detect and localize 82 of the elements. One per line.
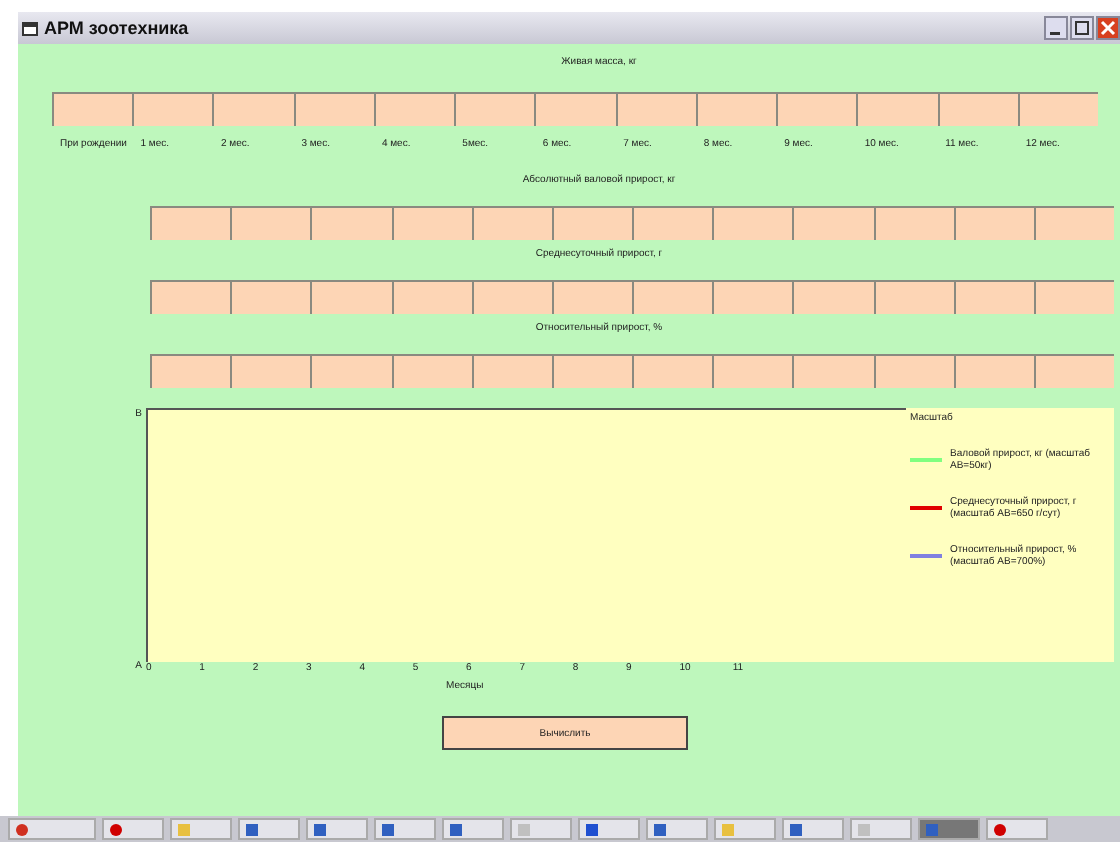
input-field[interactable] <box>712 206 793 240</box>
input-field[interactable] <box>953 280 1034 314</box>
input-field[interactable] <box>150 354 231 388</box>
input-field[interactable] <box>230 354 311 388</box>
taskbar-button[interactable] <box>102 818 164 840</box>
app-icon <box>788 821 804 837</box>
window-title: АРМ зоотехника <box>44 18 189 38</box>
input-field[interactable] <box>615 92 696 126</box>
taskbar-button[interactable] <box>986 818 1048 840</box>
input-field[interactable] <box>953 354 1034 388</box>
app-icon <box>448 821 464 837</box>
input-field[interactable] <box>873 354 954 388</box>
input-field[interactable] <box>230 206 311 240</box>
input-field[interactable] <box>1033 206 1115 240</box>
taskbar-button[interactable] <box>646 818 708 840</box>
input-field[interactable] <box>391 206 472 240</box>
app-icon <box>856 821 872 837</box>
input-field[interactable] <box>856 92 938 126</box>
input-field[interactable] <box>792 354 874 388</box>
input-field[interactable] <box>454 92 535 126</box>
input-field[interactable] <box>310 280 392 314</box>
input-field[interactable] <box>1017 92 1099 126</box>
input-field[interactable] <box>310 354 392 388</box>
taskbar-button[interactable] <box>374 818 436 840</box>
input-field[interactable] <box>551 354 633 388</box>
input-field[interactable] <box>310 206 392 240</box>
app-icon <box>244 821 260 837</box>
input-field[interactable] <box>632 280 713 314</box>
app-icon <box>176 821 192 837</box>
input-field[interactable] <box>534 92 616 126</box>
input-field[interactable] <box>391 280 472 314</box>
input-field[interactable] <box>230 280 311 314</box>
input-field[interactable] <box>776 92 857 126</box>
close-icon <box>1100 20 1116 36</box>
input-field[interactable] <box>471 206 552 240</box>
input-field[interactable] <box>293 92 374 126</box>
circle-icon <box>14 821 30 837</box>
input-field[interactable] <box>953 206 1034 240</box>
input-field[interactable] <box>1033 354 1115 388</box>
taskbar-button[interactable] <box>306 818 368 840</box>
input-field[interactable] <box>391 354 472 388</box>
input-field[interactable] <box>712 354 793 388</box>
input-field[interactable] <box>1033 280 1115 314</box>
input-field[interactable] <box>52 92 133 126</box>
input-field[interactable] <box>373 92 455 126</box>
input-field[interactable] <box>132 92 213 126</box>
input-field[interactable] <box>150 206 231 240</box>
input-field[interactable] <box>632 354 713 388</box>
app-icon <box>652 821 668 837</box>
taskbar-button[interactable] <box>782 818 844 840</box>
input-field[interactable] <box>937 92 1018 126</box>
taskbar-button[interactable] <box>442 818 504 840</box>
maximize-icon <box>1074 20 1090 36</box>
input-field[interactable] <box>792 280 874 314</box>
input-field[interactable] <box>792 206 874 240</box>
input-field[interactable] <box>873 280 954 314</box>
input-field[interactable] <box>551 280 633 314</box>
input-field[interactable] <box>212 92 294 126</box>
taskbar-button[interactable] <box>918 818 980 840</box>
input-field[interactable] <box>632 206 713 240</box>
app-icon <box>516 821 532 837</box>
taskbar-button[interactable] <box>8 818 96 840</box>
window-icon <box>22 21 38 35</box>
taskbar-button[interactable] <box>578 818 640 840</box>
circle-icon <box>992 821 1008 837</box>
circle-icon <box>108 821 124 837</box>
app-icon <box>924 821 940 837</box>
input-field[interactable] <box>551 206 633 240</box>
close-button[interactable] <box>1096 16 1120 40</box>
input-field[interactable] <box>150 280 231 314</box>
input-field[interactable] <box>471 280 552 314</box>
app-icon <box>584 821 600 837</box>
input-field[interactable] <box>695 92 777 126</box>
app-icon <box>720 821 736 837</box>
input-field[interactable] <box>712 280 793 314</box>
taskbar-button[interactable] <box>238 818 300 840</box>
minimize-button[interactable] <box>1044 16 1068 40</box>
maximize-button[interactable] <box>1070 16 1094 40</box>
input-field[interactable] <box>471 354 552 388</box>
app-icon <box>312 821 328 837</box>
app-icon <box>380 821 396 837</box>
input-field[interactable] <box>873 206 954 240</box>
